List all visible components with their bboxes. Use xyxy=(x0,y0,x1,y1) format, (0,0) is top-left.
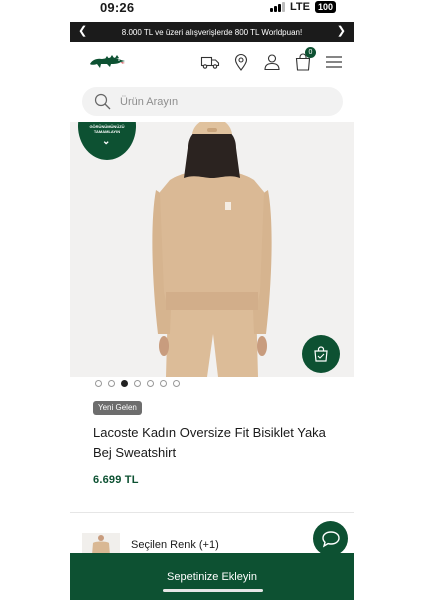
carousel-dot-active[interactable] xyxy=(121,380,128,387)
network-type: LTE xyxy=(290,1,310,13)
signal-icon xyxy=(270,2,285,12)
carousel-dot[interactable] xyxy=(160,380,167,387)
site-header: 0 xyxy=(70,44,354,82)
section-divider xyxy=(70,512,354,513)
carousel-dot[interactable] xyxy=(173,380,180,387)
search-icon xyxy=(94,93,111,110)
add-to-cart-label: Sepetinize Ekleyin xyxy=(167,571,257,583)
status-indicators: LTE 100 xyxy=(270,1,336,13)
product-title: Lacoste Kadın Oversize Fit Bisiklet Yaka… xyxy=(93,425,326,460)
color-thumbnail-image xyxy=(82,533,120,555)
chevron-right-icon[interactable]: ❯ xyxy=(337,24,346,37)
similar-products-bag-icon xyxy=(314,346,328,362)
battery-icon: 100 xyxy=(314,1,336,13)
selected-color-label[interactable]: Seçilen Renk (+1) xyxy=(131,539,219,551)
carousel-dot[interactable] xyxy=(147,380,154,387)
chevron-down-icon: ⌄ xyxy=(102,136,111,147)
color-thumbnail[interactable] xyxy=(82,533,120,555)
product-image-gallery[interactable]: GÖRÜNÜMÜNÜZÜ TAMAMLAYIN ⌄ xyxy=(70,122,354,377)
location-pin-icon[interactable] xyxy=(231,52,251,72)
chevron-left-icon[interactable]: ❮ xyxy=(78,24,87,37)
carousel-dot[interactable] xyxy=(95,380,102,387)
header-icons: 0 xyxy=(200,47,344,72)
delivery-truck-icon[interactable] xyxy=(200,52,220,72)
add-to-cart-button[interactable]: Sepetinize Ekleyin xyxy=(70,553,354,600)
chat-bubble-icon xyxy=(321,530,340,547)
product-price: 6.699 TL xyxy=(93,474,139,486)
home-indicator xyxy=(163,589,263,592)
user-icon[interactable] xyxy=(262,52,282,72)
status-time: 09:26 xyxy=(100,0,135,15)
shopping-bag-button[interactable]: 0 xyxy=(293,47,316,72)
new-arrival-badge: Yeni Gelen xyxy=(93,401,142,415)
announcement-text: 8.000 TL ve üzeri alışverişlerde 800 TL … xyxy=(121,27,303,37)
carousel-dot[interactable] xyxy=(134,380,141,387)
similar-products-button[interactable] xyxy=(302,335,340,373)
search-placeholder: Ürün Arayın xyxy=(120,95,179,108)
cart-count-badge: 0 xyxy=(305,47,316,58)
menu-icon[interactable] xyxy=(324,52,344,72)
carousel-dot[interactable] xyxy=(108,380,115,387)
lacoste-crocodile-logo[interactable] xyxy=(88,52,126,72)
chat-button[interactable] xyxy=(313,521,348,556)
carousel-dots xyxy=(95,380,180,387)
complete-look-label: GÖRÜNÜMÜNÜZÜ TAMAMLAYIN xyxy=(89,124,125,134)
status-bar: 09:26 LTE 100 xyxy=(0,0,424,18)
announcement-bar: ❮ 8.000 TL ve üzeri alışverişlerde 800 T… xyxy=(70,22,354,42)
search-input[interactable]: Ürün Arayın xyxy=(82,87,343,116)
